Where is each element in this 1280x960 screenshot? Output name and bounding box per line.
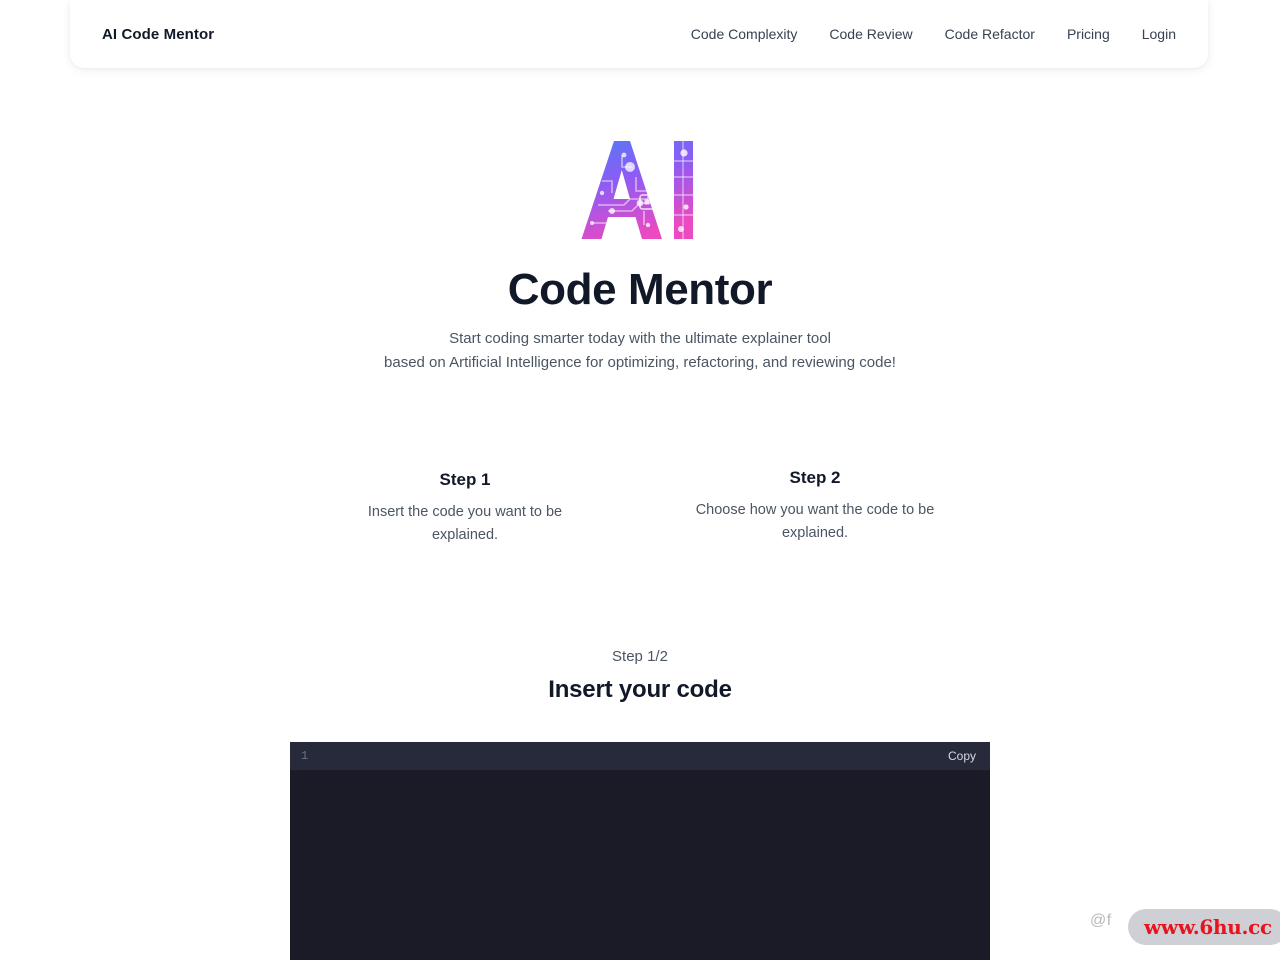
step-card-2-description: Choose how you want the code to be expla… [695,502,935,542]
step-card-2-title: Step 2 [789,468,841,487]
page-title: Code Mentor [507,265,773,314]
brand-logo-text[interactable]: AI Code Mentor [102,26,214,43]
step-card-1-title: Step 1 [439,470,491,489]
watermark-badge-text: www.6hu.cc [1144,915,1272,939]
hero-subtitle-line-1: Start coding smarter today with the ulti… [449,330,831,348]
step-heading: Insert your code [548,676,732,703]
code-editor[interactable]: 1 Copy [290,742,990,960]
code-editor-toolbar: 1 Copy [290,742,990,770]
watermark-handle: @f [1090,912,1112,929]
nav-item-login[interactable]: Login [1126,20,1176,48]
hero-section: Code Mentor Start coding smarter today w… [0,110,1280,375]
wizard-step-header: Step 1/2 Insert your code [0,648,1280,704]
nav-item-pricing[interactable]: Pricing [1051,20,1126,48]
main-navigation: Code Complexity Code Review Code Refacto… [675,20,1176,48]
code-input[interactable] [301,776,979,954]
code-editor-body[interactable] [290,770,990,960]
nav-item-code-refactor[interactable]: Code Refactor [929,20,1051,48]
nav-item-code-complexity[interactable]: Code Complexity [675,20,814,48]
step-card-1-description: Insert the code you want to be explained… [367,504,563,544]
copy-button[interactable]: Copy [944,747,980,765]
hero-subtitle-line-2: based on Artificial Intelligence for opt… [384,354,896,372]
steps-overview: Step 1 Insert the code you want to be ex… [0,462,1280,548]
step-card-2: Step 2 Choose how you want the code to b… [640,462,990,548]
ai-logo-icon [581,141,693,239]
code-editor-line-number: 1 [301,749,309,763]
step-card-1: Step 1 Insert the code you want to be ex… [290,462,640,548]
nav-item-code-review[interactable]: Code Review [813,20,928,48]
watermark-badge: www.6hu.cc [1128,909,1280,945]
hero-subtitle: Start coding smarter today with the ulti… [0,327,1280,375]
site-header: AI Code Mentor Code Complexity Code Revi… [70,0,1208,68]
step-counter: Step 1/2 [612,648,668,665]
